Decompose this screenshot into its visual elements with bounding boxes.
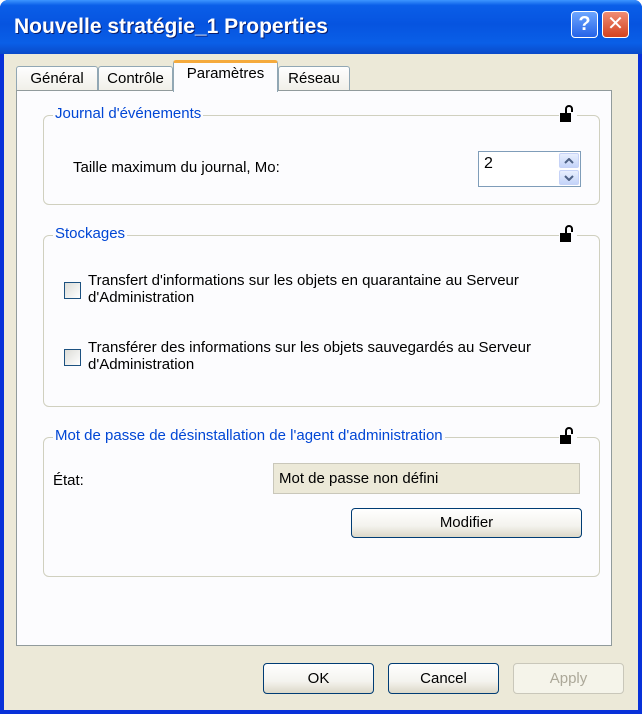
lock-icon[interactable]: [559, 225, 577, 243]
storages-group: Stockages Transfert d'informations sur l…: [43, 225, 600, 407]
quarantine-checkbox[interactable]: [64, 282, 81, 299]
state-label: État:: [53, 472, 84, 489]
lock-icon[interactable]: [559, 105, 577, 123]
help-button[interactable]: ?: [571, 11, 598, 38]
apply-button[interactable]: Apply: [513, 663, 624, 694]
tab-panel-parametres: Journal d'événements Taille maximum du j…: [16, 90, 612, 646]
backup-checkbox[interactable]: [64, 349, 81, 366]
password-state-field: Mot de passe non défini: [273, 463, 580, 494]
tab-label: Réseau: [288, 70, 340, 87]
uninstall-password-group: Mot de passe de désinstallation de l'age…: [43, 427, 600, 577]
window-title: Nouvelle stratégie_1 Properties: [14, 15, 328, 38]
tab-general[interactable]: Général: [16, 66, 98, 91]
ok-button[interactable]: OK: [263, 663, 374, 694]
tab-label: Général: [30, 70, 84, 87]
tab-reseau[interactable]: Réseau: [278, 66, 350, 91]
backup-label[interactable]: Transférer des informations sur les obje…: [88, 339, 573, 373]
lock-icon[interactable]: [559, 427, 577, 445]
arrow-up-icon: [564, 157, 574, 164]
arrow-down-icon: [564, 174, 574, 181]
close-icon: ✕: [607, 13, 624, 35]
tab-label: Contrôle: [107, 70, 164, 87]
tab-parametres[interactable]: Paramètres: [173, 60, 278, 92]
modify-password-button[interactable]: Modifier: [351, 508, 582, 538]
spin-down-button[interactable]: [559, 170, 579, 185]
title-bar[interactable]: Nouvelle stratégie_1 Properties ? ✕: [0, 0, 642, 54]
tab-controle[interactable]: Contrôle: [98, 66, 173, 91]
dialog-body: Général Contrôle Paramètres Réseau Journ…: [4, 54, 638, 710]
quarantine-label[interactable]: Transfert d'informations sur les objets …: [88, 272, 573, 306]
spin-up-button[interactable]: [559, 153, 579, 168]
close-button[interactable]: ✕: [602, 11, 629, 38]
max-log-size-value: 2: [484, 155, 493, 172]
tab-label: Paramètres: [186, 65, 265, 82]
storages-legend: Stockages: [53, 225, 128, 242]
max-log-size-label: Taille maximum du journal, Mo:: [73, 159, 280, 176]
properties-dialog: Nouvelle stratégie_1 Properties ? ✕ Géné…: [0, 0, 642, 714]
uninstall-password-legend: Mot de passe de désinstallation de l'age…: [53, 427, 445, 444]
cancel-button[interactable]: Cancel: [388, 663, 499, 694]
event-log-group: Journal d'événements Taille maximum du j…: [43, 105, 600, 205]
event-log-legend: Journal d'événements: [53, 105, 204, 122]
max-log-size-spinner[interactable]: 2: [478, 151, 581, 187]
help-icon: ?: [578, 13, 591, 35]
